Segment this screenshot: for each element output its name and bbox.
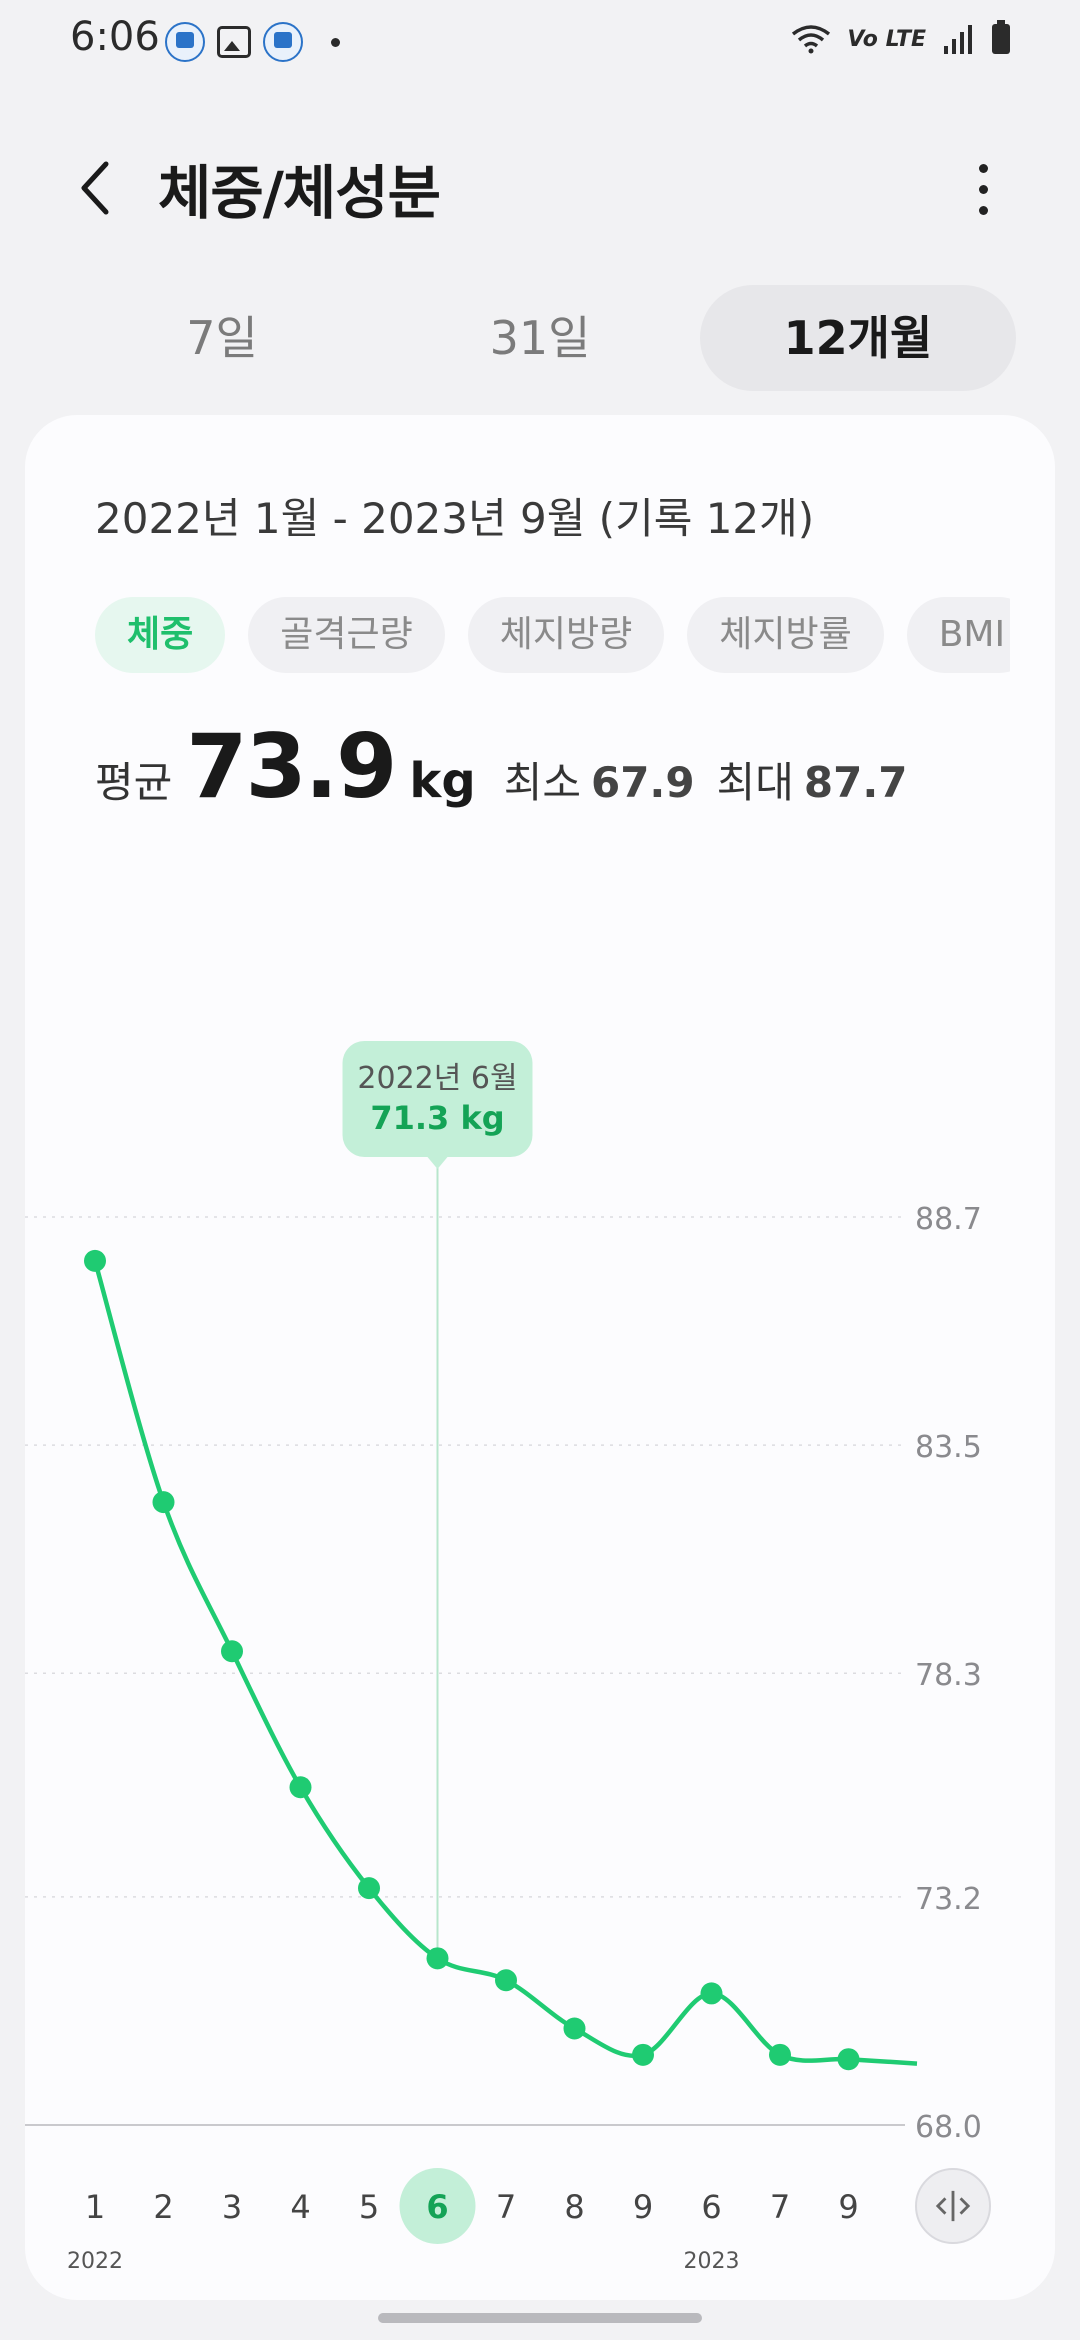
page-title: 체중/체성분 (158, 159, 441, 227)
weight-card: 2022년 1월 - 2023년 9월 (기록 12개) 체중 골격근량 체지방량 체… (25, 415, 1055, 2300)
data-point[interactable] (700, 1982, 723, 2005)
more-vertical-icon-dot (979, 206, 988, 215)
y-tick-label: 68.0 (915, 2110, 982, 2145)
status-bar: 6:06 Vo LTE (0, 0, 1080, 84)
weight-line-chart[interactable]: 88.7 83.5 78.3 73.2 68.0 2022년 6월71.3 kg 1 2 3 4 5… (25, 415, 1055, 2300)
y-tick-label: 73.2 (915, 1882, 982, 1917)
data-point[interactable] (84, 1249, 106, 1272)
tooltip-pointer (427, 1157, 448, 1169)
battery-icon (992, 20, 1010, 54)
more-vertical-icon-dot (979, 185, 988, 194)
tab-12-months[interactable]: 12개월 (700, 285, 1016, 391)
tooltip-date: 2022년 6월 (357, 1061, 517, 1096)
more-options-button[interactable] (960, 158, 1006, 222)
expand-horizontal-icon (935, 2190, 971, 2222)
period-tabs: 7일 31일 12개월 (0, 285, 1080, 395)
status-left-icons (165, 22, 340, 62)
y-tick-label: 78.3 (915, 1658, 982, 1693)
y-tick-label: 88.7 (915, 1202, 982, 1237)
x-tick-label[interactable]: 8 (564, 2188, 584, 2226)
chart-scroll-button[interactable] (915, 2168, 991, 2244)
x-year-label: 2022 (67, 2249, 123, 2274)
app-header: 체중/체성분 (0, 140, 1080, 230)
x-tick-label[interactable]: 1 (85, 2188, 105, 2226)
data-point[interactable] (358, 1877, 380, 1900)
tab-7-days[interactable]: 7일 (64, 285, 380, 391)
weight-series-line (92, 1260, 918, 2066)
data-point[interactable] (632, 2043, 654, 2066)
data-point[interactable] (152, 1491, 175, 1514)
more-vertical-icon (979, 164, 988, 173)
tab-31-days[interactable]: 31일 (382, 285, 698, 391)
app-icon (263, 22, 303, 62)
data-point[interactable] (221, 1640, 243, 1663)
status-right-icons: Vo LTE (791, 20, 1010, 54)
x-year-label: 2023 (684, 2249, 740, 2274)
status-time: 6:06 (70, 14, 160, 60)
notification-dot-icon (331, 37, 340, 47)
x-tick-label[interactable]: 2 (153, 2188, 173, 2226)
x-tick-label[interactable]: 5 (359, 2188, 379, 2226)
data-point[interactable] (289, 1776, 312, 1799)
x-tick-label[interactable]: 6 (701, 2188, 721, 2226)
signal-icon (944, 25, 972, 54)
y-tick-label: 83.5 (915, 1430, 982, 1465)
gallery-icon (217, 26, 251, 58)
data-point[interactable] (426, 1947, 449, 1970)
x-tick-label[interactable]: 9 (838, 2188, 858, 2226)
back-button[interactable] (72, 158, 124, 218)
data-point[interactable] (837, 2048, 860, 2071)
data-point[interactable] (563, 2017, 586, 2040)
chevron-left-icon (81, 161, 109, 215)
home-indicator[interactable] (378, 2313, 702, 2323)
data-point[interactable] (769, 2043, 791, 2066)
app-icon (165, 22, 205, 62)
volte-icon: Vo LTE (847, 26, 926, 52)
x-tick-label[interactable]: 7 (770, 2188, 790, 2226)
data-point[interactable] (495, 1969, 517, 1992)
x-tick-label[interactable]: 7 (496, 2188, 516, 2226)
x-tick-label[interactable]: 4 (290, 2188, 310, 2226)
x-tick-label[interactable]: 6 (426, 2188, 448, 2226)
x-tick-label[interactable]: 3 (222, 2188, 242, 2226)
tooltip-value: 71.3 kg (370, 1099, 504, 1137)
x-tick-label[interactable]: 9 (633, 2188, 653, 2226)
wifi-icon (792, 25, 831, 54)
